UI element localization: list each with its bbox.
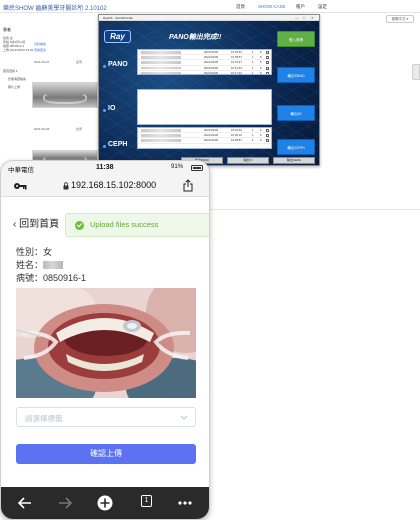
record-date: 2021-09-06: [34, 127, 50, 131]
battery-icon: [191, 165, 203, 171]
export-io-button[interactable]: 輸出IO: [277, 105, 315, 121]
bottom-export-ceph-button[interactable]: 輸出CEPH: [273, 157, 315, 164]
patient-name-blur: [141, 61, 181, 64]
phone-browser: 中華電信 11:38 91% 192.168.15.102:8000 ‹ 回到首…: [0, 160, 210, 520]
side-drawer-tab[interactable]: [412, 64, 420, 80]
more-link[interactable]: 查看更多: [34, 48, 46, 52]
back-home-button[interactable]: ‹ 回到首頁: [13, 215, 59, 230]
patient-name-blur: [141, 51, 181, 54]
io-list: [137, 89, 272, 125]
tag-select-placeholder: 請選擇標籤: [25, 414, 63, 423]
ray-export-window: Ray5/6 · SHOWCASE — □ ✕ Ray PANO輸出完成!! P…: [98, 14, 320, 166]
status-time: 11:38: [96, 164, 114, 171]
row-checkbox[interactable]: [266, 66, 269, 70]
nav-home[interactable]: 首頁: [236, 4, 245, 10]
language-select[interactable]: 繁體中文 ▾: [386, 15, 414, 23]
patient-name-blur: [141, 129, 181, 132]
battery-percent: 91%: [171, 164, 184, 170]
ray-logo: Ray: [104, 30, 131, 43]
row-checkbox[interactable]: [266, 134, 269, 138]
gender-label: 性別：: [16, 247, 44, 257]
row-checkbox[interactable]: [266, 56, 269, 60]
menu-image-records[interactable]: 影像病歷檔案: [8, 77, 26, 82]
row-checkbox[interactable]: [266, 139, 269, 143]
export-pano-button[interactable]: 輸出PANO: [277, 67, 315, 83]
export-ceph-button[interactable]: 輸出CEPH: [277, 139, 315, 155]
section-label-pano: PANO: [108, 61, 128, 68]
section-bullet-icon: [103, 65, 106, 68]
browser-toolbar: 1: [1, 487, 209, 519]
name-label: 姓名：: [16, 260, 44, 270]
gender-value: 女: [43, 247, 53, 257]
screenshot-collage: 樂民SHOW 齒顧美學牙醫診所 2.10102 首頁 SHOW CASE 帳戶 …: [0, 0, 420, 520]
patient-name-blur: [141, 134, 181, 137]
ray-status-heading: PANO輸出完成!!: [169, 34, 222, 41]
back-arrow-icon[interactable]: [17, 495, 33, 511]
name-row: 姓名：: [16, 258, 64, 271]
back-home-label: 回到首頁: [19, 219, 60, 230]
menu-select[interactable]: 首頁選擇 ▾: [3, 69, 17, 74]
chevron-down-icon: [180, 415, 188, 420]
address-bar[interactable]: 192.168.15.102:8000: [1, 175, 209, 197]
patient-heading: 患者: [3, 27, 11, 32]
patient-name-blur: [141, 66, 181, 70]
pano-row[interactable]: 2021/04/06 15:17:42 1 5: [138, 71, 271, 74]
row-checkbox[interactable]: [266, 129, 269, 132]
carrier-label: 中華電信: [8, 167, 34, 174]
xray-thumbnail[interactable]: [32, 82, 98, 108]
url-text[interactable]: 192.168.15.102:8000: [71, 180, 156, 190]
tag-select[interactable]: 請選擇標籤: [16, 407, 196, 427]
toast-message: Upload files success: [90, 220, 159, 229]
nav-settings[interactable]: 設定: [318, 4, 327, 10]
patient-line-upload: 上傳:2021/09/06 03:25: [3, 48, 34, 52]
patient-name-blur: [141, 139, 181, 142]
patient-name-blur: [141, 56, 181, 59]
record-date: 2021-09-07: [34, 60, 50, 64]
confirm-upload-button[interactable]: 確認上傳: [16, 444, 196, 464]
status-bar: 中華電信 11:38 91%: [1, 161, 209, 175]
nav-account[interactable]: 帳戶: [296, 4, 305, 10]
row-checkbox[interactable]: [266, 61, 269, 65]
ray-body: Ray PANO輸出完成!! PANO 2021/04/06 16:49:53 1 5…: [99, 21, 319, 165]
nav-showcase[interactable]: SHOW CASE: [258, 4, 286, 9]
row-checkbox[interactable]: [266, 51, 269, 54]
row-checkbox[interactable]: [266, 71, 269, 74]
section-bullet-icon: [103, 145, 106, 148]
intraoral-photo[interactable]: [16, 288, 196, 398]
record-tag: 全景: [76, 60, 83, 64]
page-content: ‹ 回到首頁 Upload files success 性別：女 姓名： 病號：…: [1, 197, 209, 487]
check-circle-icon: [75, 221, 84, 230]
gender-row: 性別：女: [16, 245, 52, 258]
chart-label: 病號：: [16, 273, 44, 283]
name-redacted: [43, 261, 64, 269]
ceph-row[interactable]: 2021/04/06 16:28:87 1 6: [138, 138, 271, 144]
menu-image-upload[interactable]: 圖片上傳: [8, 85, 20, 90]
new-tab-plus-icon[interactable]: [97, 495, 113, 511]
lock-icon: [63, 182, 69, 190]
record-tag: 全景: [76, 127, 83, 131]
header-divider: [0, 12, 420, 13]
key-icon[interactable]: [13, 180, 27, 192]
section-bullet-icon: [103, 109, 106, 112]
section-label-io: IO: [108, 105, 116, 112]
patient-name-blur: [141, 71, 181, 74]
app-title: 樂民SHOW 齒顧美學牙醫診所 2.10102: [3, 6, 107, 12]
tab-count-button[interactable]: 1: [141, 495, 152, 507]
forward-arrow-icon[interactable]: [57, 495, 73, 511]
pano-list: 2021/04/06 16:49:53 1 5 2021/04/06 10:38:57 1…: [137, 49, 272, 75]
chart-number: 0850916-1: [43, 273, 87, 283]
login-query-button[interactable]: 登入查詢: [277, 31, 315, 47]
upload-success-toast: Upload files success: [65, 213, 209, 237]
chart-row: 病號：0850916-1: [16, 271, 86, 284]
ceph-list: 2021/04/06 16:42:40 1 6 2021/04/06 16:36:16 1…: [137, 127, 272, 149]
bottom-export-io-button[interactable]: 輸出IO: [227, 157, 269, 164]
dashboard-link[interactable]: 資料看板: [34, 42, 46, 46]
more-menu-icon[interactable]: [177, 495, 193, 511]
share-icon[interactable]: [183, 179, 193, 192]
section-label-ceph: CEPH: [108, 141, 128, 148]
